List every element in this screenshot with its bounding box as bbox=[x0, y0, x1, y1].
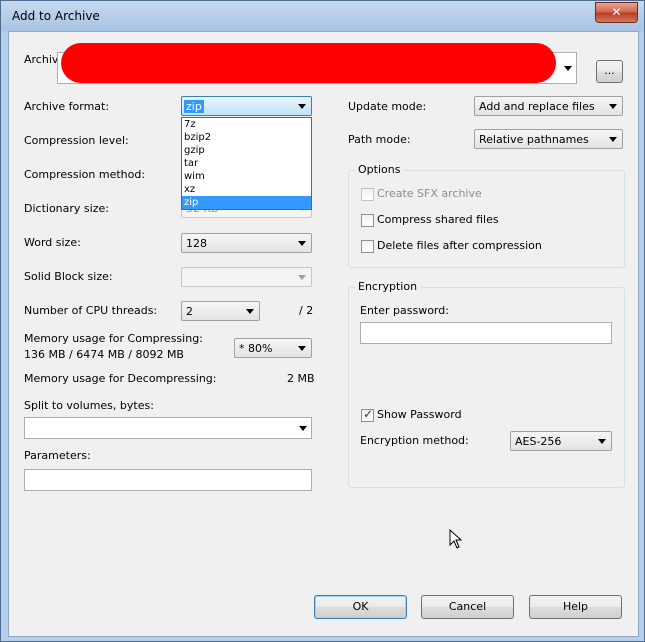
title-bar: Add to Archive ✕ bbox=[1, 1, 644, 31]
mem-compress-label: Memory usage for Compressing: bbox=[24, 332, 203, 345]
shared-files-checkbox[interactable] bbox=[361, 214, 374, 227]
split-volumes-combo[interactable] bbox=[24, 417, 312, 439]
redaction-mark bbox=[61, 43, 556, 83]
browse-button[interactable]: ... bbox=[596, 60, 623, 83]
mem-decompress-value: 2 MB bbox=[287, 372, 315, 385]
mem-compress-value: * 80% bbox=[239, 342, 273, 355]
format-option-wim[interactable]: wim bbox=[182, 170, 311, 183]
chevron-down-icon bbox=[298, 104, 306, 109]
delete-after-checkbox[interactable] bbox=[361, 240, 374, 253]
format-option-gzip[interactable]: gzip bbox=[182, 144, 311, 157]
archive-format-combo[interactable]: zip bbox=[181, 96, 312, 116]
dictionary-size-label: Dictionary size: bbox=[24, 202, 109, 215]
encryption-method-label: Encryption method: bbox=[360, 434, 469, 447]
parameters-label: Parameters: bbox=[24, 449, 91, 462]
close-button[interactable]: ✕ bbox=[595, 2, 638, 23]
compression-method-label: Compression method: bbox=[24, 168, 146, 181]
chevron-down-icon bbox=[598, 439, 606, 444]
archive-format-label: Archive format: bbox=[24, 100, 110, 113]
cpu-threads-value: 2 bbox=[186, 305, 193, 318]
add-to-archive-window: Add to Archive ✕ Archive ... Archive for… bbox=[0, 0, 645, 642]
show-password-label: Show Password bbox=[377, 408, 462, 421]
mem-compress-combo[interactable]: * 80% bbox=[234, 338, 312, 358]
solid-block-label: Solid Block size: bbox=[24, 270, 113, 283]
path-mode-combo[interactable]: Relative pathnames bbox=[474, 129, 623, 149]
update-mode-label: Update mode: bbox=[348, 100, 427, 113]
update-mode-value: Add and replace files bbox=[479, 100, 595, 113]
cpu-threads-label: Number of CPU threads: bbox=[24, 304, 158, 317]
mem-decompress-label: Memory usage for Decompressing: bbox=[24, 372, 217, 385]
checkmark-icon: ✓ bbox=[363, 407, 374, 421]
chevron-down-icon bbox=[298, 346, 306, 351]
word-size-label: Word size: bbox=[24, 236, 81, 249]
split-volumes-label: Split to volumes, bytes: bbox=[24, 399, 154, 412]
compression-level-label: Compression level: bbox=[24, 134, 129, 147]
options-group: Options Create SFX archive Compress shar… bbox=[348, 163, 625, 268]
delete-after-label: Delete files after compression bbox=[377, 239, 542, 252]
solid-block-combo[interactable] bbox=[181, 267, 312, 287]
path-mode-value: Relative pathnames bbox=[479, 133, 589, 146]
show-password-checkbox[interactable]: ✓ bbox=[361, 407, 374, 422]
encryption-group: Encryption Enter password: ✓ Show Passwo… bbox=[348, 280, 625, 488]
format-option-7z[interactable]: 7z bbox=[182, 118, 311, 131]
mem-compress-detail: 136 MB / 6474 MB / 8092 MB bbox=[24, 348, 184, 361]
cancel-button[interactable]: Cancel bbox=[421, 595, 514, 619]
chevron-down-icon bbox=[298, 241, 306, 246]
dialog-body: Archive ... Archive format: zip Compress… bbox=[8, 31, 639, 637]
encryption-method-value: AES-256 bbox=[515, 435, 562, 448]
help-button[interactable]: Help bbox=[529, 595, 622, 619]
format-option-xz[interactable]: xz bbox=[182, 183, 311, 196]
path-mode-label: Path mode: bbox=[348, 133, 411, 146]
format-option-zip[interactable]: zip bbox=[182, 196, 311, 209]
chevron-down-icon bbox=[609, 104, 617, 109]
chevron-down-icon bbox=[246, 309, 254, 314]
chevron-down-icon bbox=[298, 275, 306, 280]
update-mode-combo[interactable]: Add and replace files bbox=[474, 96, 623, 116]
mouse-cursor-icon bbox=[449, 529, 463, 549]
ok-button[interactable]: OK bbox=[314, 595, 407, 619]
chevron-down-icon bbox=[299, 426, 307, 431]
encryption-method-combo[interactable]: AES-256 bbox=[510, 431, 612, 451]
format-option-tar[interactable]: tar bbox=[182, 157, 311, 170]
format-option-bzip2[interactable]: bzip2 bbox=[182, 131, 311, 144]
cpu-threads-combo[interactable]: 2 bbox=[181, 301, 260, 321]
word-size-value: 128 bbox=[186, 237, 207, 250]
parameters-input[interactable] bbox=[24, 469, 312, 491]
archive-format-value: zip bbox=[184, 100, 204, 113]
options-group-title: Options bbox=[355, 163, 404, 176]
cpu-threads-max: / 2 bbox=[299, 304, 314, 317]
word-size-combo[interactable]: 128 bbox=[181, 233, 312, 253]
chevron-down-icon bbox=[609, 137, 617, 142]
shared-files-label: Compress shared files bbox=[377, 213, 499, 226]
window-title: Add to Archive bbox=[12, 9, 100, 23]
password-label: Enter password: bbox=[360, 304, 449, 317]
encryption-group-title: Encryption bbox=[355, 280, 421, 293]
password-input[interactable] bbox=[360, 322, 612, 344]
sfx-label: Create SFX archive bbox=[377, 187, 482, 200]
archive-format-dropdown: 7z bzip2 gzip tar wim xz zip bbox=[181, 117, 312, 210]
chevron-down-icon bbox=[564, 66, 572, 71]
sfx-checkbox[interactable] bbox=[361, 188, 374, 201]
